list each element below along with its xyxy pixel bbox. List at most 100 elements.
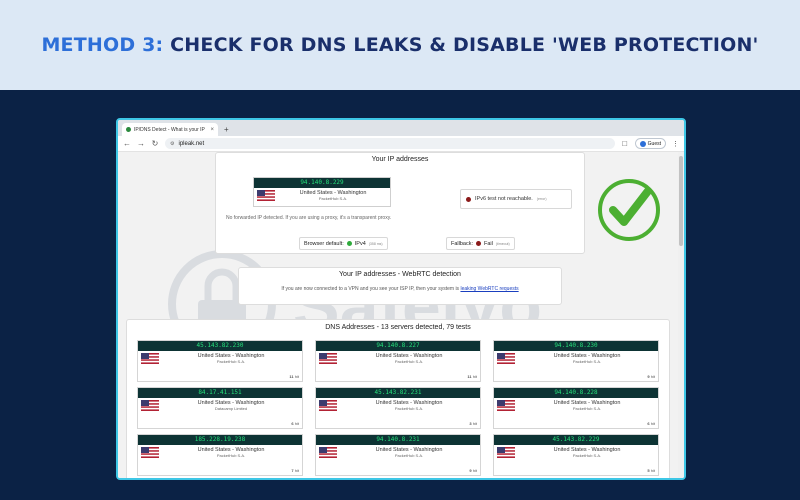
us-flag-icon bbox=[497, 353, 515, 364]
dns-hits-suffix: hit bbox=[472, 468, 477, 473]
us-flag-icon bbox=[141, 353, 159, 364]
us-flag-icon bbox=[257, 190, 275, 201]
dns-server-card: 45.143.82.229 United States - Washington… bbox=[493, 434, 659, 476]
dns-hits-suffix: hit bbox=[294, 468, 299, 473]
dns-ip[interactable]: 45.143.82.229 bbox=[494, 435, 658, 445]
dns-panel-title: DNS Addresses - 13 servers detected, 79 … bbox=[325, 324, 471, 331]
tab-favicon-icon bbox=[126, 127, 131, 132]
ip-addresses-panel: Your IP addresses 94.140.8.229 United St… bbox=[215, 152, 585, 254]
tab-close-icon[interactable]: × bbox=[210, 127, 214, 133]
site-info-icon[interactable]: ⚙ bbox=[170, 141, 174, 147]
dns-hits-suffix: hit bbox=[650, 374, 655, 379]
browser-default-label: Browser default: bbox=[304, 240, 344, 247]
webrtc-leak-link[interactable]: leaking WebRTC requests bbox=[460, 286, 518, 292]
dns-addresses-panel: DNS Addresses - 13 servers detected, 79 … bbox=[126, 319, 670, 478]
dns-hits-count: 3 bbox=[469, 421, 472, 426]
browser-window: IP/DNS Detect - What is your IP × + ← → … bbox=[116, 118, 686, 480]
dns-hits-suffix: hit bbox=[650, 421, 655, 426]
guest-profile-button[interactable]: Guest bbox=[634, 138, 666, 149]
dns-hits-suffix: hit bbox=[294, 421, 299, 426]
dns-hits-count: 7 bbox=[291, 468, 294, 473]
guest-label: Guest bbox=[647, 140, 661, 147]
us-flag-icon bbox=[497, 400, 515, 411]
dns-isp: PacketHub S.A. bbox=[394, 406, 424, 411]
ip-isp: PacketHub S.A. bbox=[318, 196, 348, 201]
dns-hits-count: 11 bbox=[289, 374, 294, 379]
dns-isp: PacketHub S.A. bbox=[394, 359, 424, 364]
no-forwarded-ip-note: No forwarded IP detected. If you are usi… bbox=[226, 215, 392, 221]
scrollbar-thumb[interactable] bbox=[679, 156, 683, 246]
fallback-label: Fallback: bbox=[451, 240, 474, 247]
dns-isp: PacketHub S.A. bbox=[572, 359, 602, 364]
dns-ip[interactable]: 45.143.82.231 bbox=[316, 388, 480, 398]
dns-ip[interactable]: 94.140.8.228 bbox=[494, 388, 658, 398]
banner-title-accent: METHOD 3: bbox=[41, 34, 164, 56]
fallback-note: (timeout) bbox=[495, 241, 510, 246]
back-icon[interactable]: ← bbox=[123, 139, 131, 148]
dns-ip[interactable]: 84.17.41.151 bbox=[138, 388, 302, 398]
menu-dots-icon[interactable]: ⋮ bbox=[672, 140, 679, 148]
dns-hits-count: 11 bbox=[467, 374, 472, 379]
webrtc-note: If you are now connected to a VPN and yo… bbox=[239, 286, 561, 292]
us-flag-icon bbox=[319, 400, 337, 411]
new-tab-button[interactable]: + bbox=[224, 125, 229, 134]
browser-default-value: IPv4 bbox=[354, 240, 366, 247]
page-scrollbar[interactable] bbox=[678, 152, 684, 478]
tab-search-icon[interactable]: □ bbox=[621, 139, 629, 148]
dns-isp: PacketHub S.A. bbox=[572, 453, 602, 458]
status-green-dot-icon bbox=[346, 241, 352, 246]
dns-hits-count: 5 bbox=[647, 468, 650, 473]
address-bar[interactable]: ⚙ ipleak.net bbox=[165, 138, 615, 149]
dns-hits: 11 hit bbox=[289, 374, 299, 379]
dns-hits-suffix: hit bbox=[472, 421, 477, 426]
reload-icon[interactable]: ↻ bbox=[151, 139, 159, 148]
dns-server-card: 45.143.82.231 United States - Washington… bbox=[315, 387, 481, 429]
page-viewport: Safelyo Your IP addresses 94.140.8.229 U… bbox=[118, 152, 684, 478]
dns-isp: PacketHub S.A. bbox=[216, 359, 246, 364]
dns-ip[interactable]: 45.143.82.230 bbox=[138, 341, 302, 351]
us-flag-icon bbox=[319, 353, 337, 364]
dns-hits-suffix: hit bbox=[472, 374, 477, 379]
dns-hits-count: 9 bbox=[647, 374, 650, 379]
dns-ip[interactable]: 185.228.19.238 bbox=[138, 435, 302, 445]
ipv6-note: (error) bbox=[536, 197, 547, 201]
dns-server-card: 94.140.8.230 United States - Washington … bbox=[493, 340, 659, 382]
dns-isp: PacketHub S.A. bbox=[394, 453, 424, 458]
dns-server-card: 84.17.41.151 United States - Washington … bbox=[137, 387, 303, 429]
dns-hits: 9 hit bbox=[647, 374, 655, 379]
dns-ip[interactable]: 94.140.8.230 bbox=[494, 341, 658, 351]
forward-icon[interactable]: → bbox=[137, 139, 145, 148]
dns-hits: 6 hit bbox=[647, 421, 655, 426]
dns-hits: 7 hit bbox=[291, 468, 299, 473]
dns-server-grid: 45.143.82.230 United States - Washington… bbox=[137, 340, 661, 476]
dns-isp: PacketHub S.A. bbox=[572, 406, 602, 411]
navigation-bar: ← → ↻ ⚙ ipleak.net □ Guest ⋮ bbox=[118, 136, 684, 152]
ipv6-status: IPv6 test not reachable. (error) bbox=[460, 189, 572, 209]
dns-server-card: 185.228.19.238 United States - Washingto… bbox=[137, 434, 303, 476]
status-red-dot-icon bbox=[476, 241, 482, 246]
dns-ip[interactable]: 94.140.8.227 bbox=[316, 341, 480, 351]
browser-default-note: (358 ms) bbox=[368, 241, 383, 246]
url-text: ipleak.net bbox=[178, 140, 205, 147]
dns-ip[interactable]: 94.140.8.231 bbox=[316, 435, 480, 445]
green-check-circle-icon bbox=[598, 179, 660, 241]
ip-address[interactable]: 94.140.8.229 bbox=[254, 178, 390, 188]
dns-hits: 5 hit bbox=[647, 468, 655, 473]
browser-tab[interactable]: IP/DNS Detect - What is your IP × bbox=[122, 123, 218, 136]
tab-bar: IP/DNS Detect - What is your IP × + bbox=[118, 120, 684, 136]
us-flag-icon bbox=[141, 447, 159, 458]
banner-title: METHOD 3: CHECK FOR DNS LEAKS & DISABLE … bbox=[41, 34, 758, 56]
dns-hits: 9 hit bbox=[469, 468, 477, 473]
tab-title: IP/DNS Detect - What is your IP bbox=[134, 126, 205, 133]
banner-title-rest: CHECK FOR DNS LEAKS & DISABLE 'WEB PROTE… bbox=[163, 34, 759, 56]
dns-hits: 3 hit bbox=[469, 421, 477, 426]
dns-isp: PacketHub S.A. bbox=[216, 453, 246, 458]
ip-card: 94.140.8.229 United States - Washington … bbox=[253, 177, 391, 207]
header-banner: METHOD 3: CHECK FOR DNS LEAKS & DISABLE … bbox=[0, 0, 800, 90]
dns-server-card: 45.143.82.230 United States - Washington… bbox=[137, 340, 303, 382]
ipv6-text: IPv6 test not reachable. bbox=[475, 196, 533, 202]
dns-hits: 11 hit bbox=[467, 374, 477, 379]
browser-default-status: Browser default: IPv4 (358 ms) bbox=[299, 237, 388, 250]
fallback-value: Fail bbox=[484, 240, 493, 247]
status-red-dot-icon bbox=[466, 196, 471, 202]
